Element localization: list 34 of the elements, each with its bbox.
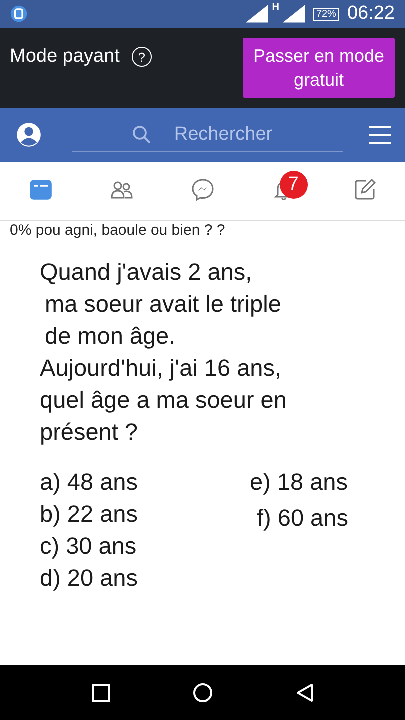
signal-icon <box>246 5 268 23</box>
news-feed-icon <box>28 178 52 202</box>
notifications-tab[interactable]: 7 <box>243 162 324 220</box>
question-line: Aujourd'hui, j'ai 16 ans, <box>40 354 283 383</box>
post-caption: 0% pou agni, baoule ou bien ? ? <box>10 222 226 240</box>
mode-label: Mode payant <box>10 46 120 68</box>
profile-icon[interactable] <box>16 122 42 148</box>
notification-count: 7 <box>280 171 308 199</box>
messenger-icon <box>190 178 214 202</box>
search-input[interactable]: Rechercher <box>72 118 343 150</box>
question-line: Quand j'avais 2 ans, <box>40 258 254 287</box>
question-line: quel âge a ma soeur en <box>40 386 288 415</box>
signal-icon <box>283 5 306 23</box>
answer-option: a) 48 ans <box>40 466 250 498</box>
network-type: H <box>272 2 280 13</box>
recents-icon[interactable] <box>90 682 110 702</box>
switch-mode-button[interactable]: Passer en mode gratuit <box>243 38 395 98</box>
answer-option: d) 20 ans <box>40 562 250 594</box>
question-line: ma soeur avait le triple <box>44 290 282 319</box>
question-line: présent ? <box>40 418 139 447</box>
question-line: de mon âge. <box>44 322 177 351</box>
battery-level: 72% <box>313 8 340 20</box>
home-icon[interactable] <box>192 682 212 702</box>
search-icon <box>132 124 152 144</box>
help-button[interactable]: ? <box>132 47 152 67</box>
answer-option: f) 60 ans <box>250 502 348 534</box>
back-icon[interactable] <box>294 682 314 702</box>
app-notification-icon <box>10 5 28 23</box>
menu-icon[interactable] <box>369 126 391 144</box>
answer-option: e) 18 ans <box>250 466 348 498</box>
clock: 06:22 <box>347 3 395 25</box>
answer-option: b) 22 ans <box>40 498 250 530</box>
compose-icon <box>352 178 376 202</box>
answer-option: c) 30 ans <box>40 530 250 562</box>
